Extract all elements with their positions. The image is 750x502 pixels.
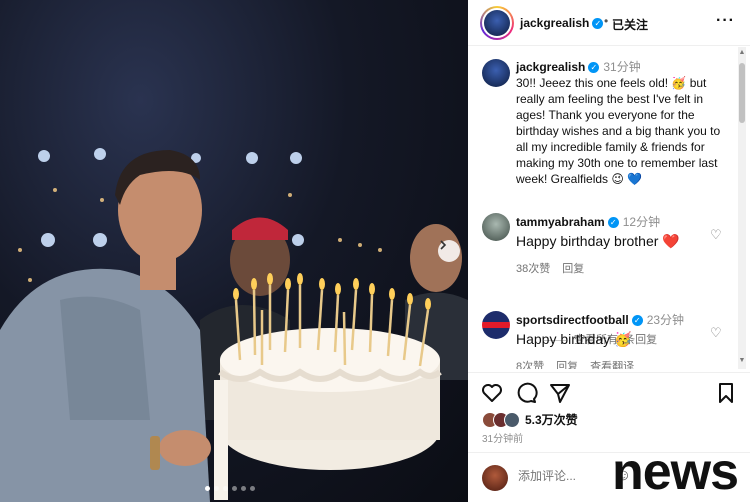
- comment-likes[interactable]: 8次赞: [516, 361, 544, 369]
- caption: jackgrealish ✓ 31分钟 30!! Jeeez this one fe…: [516, 59, 724, 187]
- comment-likes[interactable]: 38次赞: [516, 263, 550, 275]
- share-icon[interactable]: [548, 381, 572, 405]
- comment-body: tammyabraham ✓ 12分钟 Happy birthday brother…: [516, 213, 706, 276]
- comment-meta: 38次赞 回复: [516, 260, 706, 276]
- comment-icon[interactable]: [514, 381, 538, 405]
- current-user-avatar: [482, 465, 508, 491]
- verified-badge-icon: ✓: [631, 315, 643, 327]
- posted-time: 31分钟前: [482, 434, 524, 445]
- comment-like-heart-icon[interactable]: ♡: [710, 325, 722, 341]
- caption-avatar[interactable]: [482, 59, 510, 87]
- scrollbar[interactable]: ▲ ▼: [738, 47, 746, 369]
- commenter-avatar[interactable]: [482, 213, 510, 241]
- bookmark-icon[interactable]: [714, 381, 738, 405]
- red-heart-emoji: ❤️: [662, 233, 680, 249]
- comment-username[interactable]: sportsdirectfootball: [516, 313, 629, 327]
- reply-button[interactable]: 回复: [562, 263, 584, 275]
- avatar: [484, 10, 510, 36]
- instagram-post-modal: jackgrealish ✓ • 已关注 ··· jackgrealish ✓ 31分…: [0, 0, 750, 502]
- news-watermark: news: [612, 443, 739, 501]
- heart-icon[interactable]: [480, 381, 504, 405]
- comment-username[interactable]: tammyabraham: [516, 215, 605, 229]
- carousel-dots: [205, 486, 255, 491]
- caption-username[interactable]: jackgrealish: [516, 60, 585, 74]
- header-username[interactable]: jackgrealish ✓: [520, 16, 604, 30]
- comment-time: 23分钟: [646, 313, 685, 327]
- comment-text: Happy birthday 🥳: [516, 331, 706, 348]
- caption-text: 30!! Jeeez this one feels old! 🥳 but rea…: [516, 76, 721, 186]
- comment-text-content: Happy birthday: [516, 331, 611, 347]
- carousel-next-button[interactable]: [438, 240, 460, 262]
- follow-status-button[interactable]: 已关注: [612, 16, 648, 33]
- chevron-right-icon: [440, 240, 447, 250]
- post-header: jackgrealish ✓ • 已关注 ···: [468, 0, 750, 46]
- verified-badge-icon: ✓: [588, 62, 600, 74]
- comment-input[interactable]: [518, 469, 618, 483]
- verified-badge-icon: ✓: [592, 18, 604, 30]
- more-horizontal-icon[interactable]: ···: [716, 12, 735, 30]
- commenter-avatar[interactable]: [482, 311, 510, 339]
- post-photo[interactable]: [0, 0, 468, 502]
- comment-meta: 8次赞 回复 查看翻译: [516, 358, 706, 369]
- post-actions: 5.3万次赞: [468, 372, 750, 432]
- comment-like-heart-icon[interactable]: ♡: [710, 227, 722, 243]
- carousel-dot[interactable]: [223, 486, 228, 491]
- likes-count[interactable]: 5.3万次赞: [525, 411, 578, 428]
- carousel-dot[interactable]: [250, 486, 255, 491]
- comment-text: Happy birthday brother ❤️: [516, 233, 706, 250]
- verified-badge-icon: ✓: [607, 217, 619, 229]
- story-ring-avatar[interactable]: [480, 6, 514, 40]
- likes-summary[interactable]: 5.3万次赞: [482, 411, 578, 428]
- comment-text-content: Happy birthday brother: [516, 233, 659, 249]
- post-side-panel: jackgrealish ✓ • 已关注 ··· jackgrealish ✓ 31分…: [468, 0, 750, 502]
- scroll-up-arrow-icon[interactable]: ▲: [738, 49, 746, 56]
- scroll-down-arrow-icon[interactable]: ▼: [738, 357, 746, 364]
- carousel-dot[interactable]: [241, 486, 246, 491]
- carousel-dot[interactable]: [214, 486, 219, 491]
- carousel-dot[interactable]: [232, 486, 237, 491]
- reply-button[interactable]: 回复: [556, 361, 578, 369]
- scrollbar-thumb[interactable]: [739, 63, 745, 123]
- caption-time: 31分钟: [603, 60, 641, 74]
- liker-avatar: [504, 411, 520, 428]
- translate-button[interactable]: 查看翻译: [590, 361, 634, 369]
- username-link[interactable]: jackgrealish: [520, 16, 589, 30]
- comments-scroll-area[interactable]: jackgrealish ✓ 31分钟 30!! Jeeez this one fe…: [468, 47, 750, 369]
- separator-dot: •: [604, 14, 609, 28]
- party-face-emoji: 🥳: [614, 331, 632, 347]
- birthday-photo-illustration: [0, 148, 468, 502]
- comment-time: 12分钟: [622, 215, 661, 229]
- carousel-dot[interactable]: [205, 486, 210, 491]
- comment-body: sportsdirectfootball ✓ 23分钟 Happy birthday…: [516, 311, 706, 369]
